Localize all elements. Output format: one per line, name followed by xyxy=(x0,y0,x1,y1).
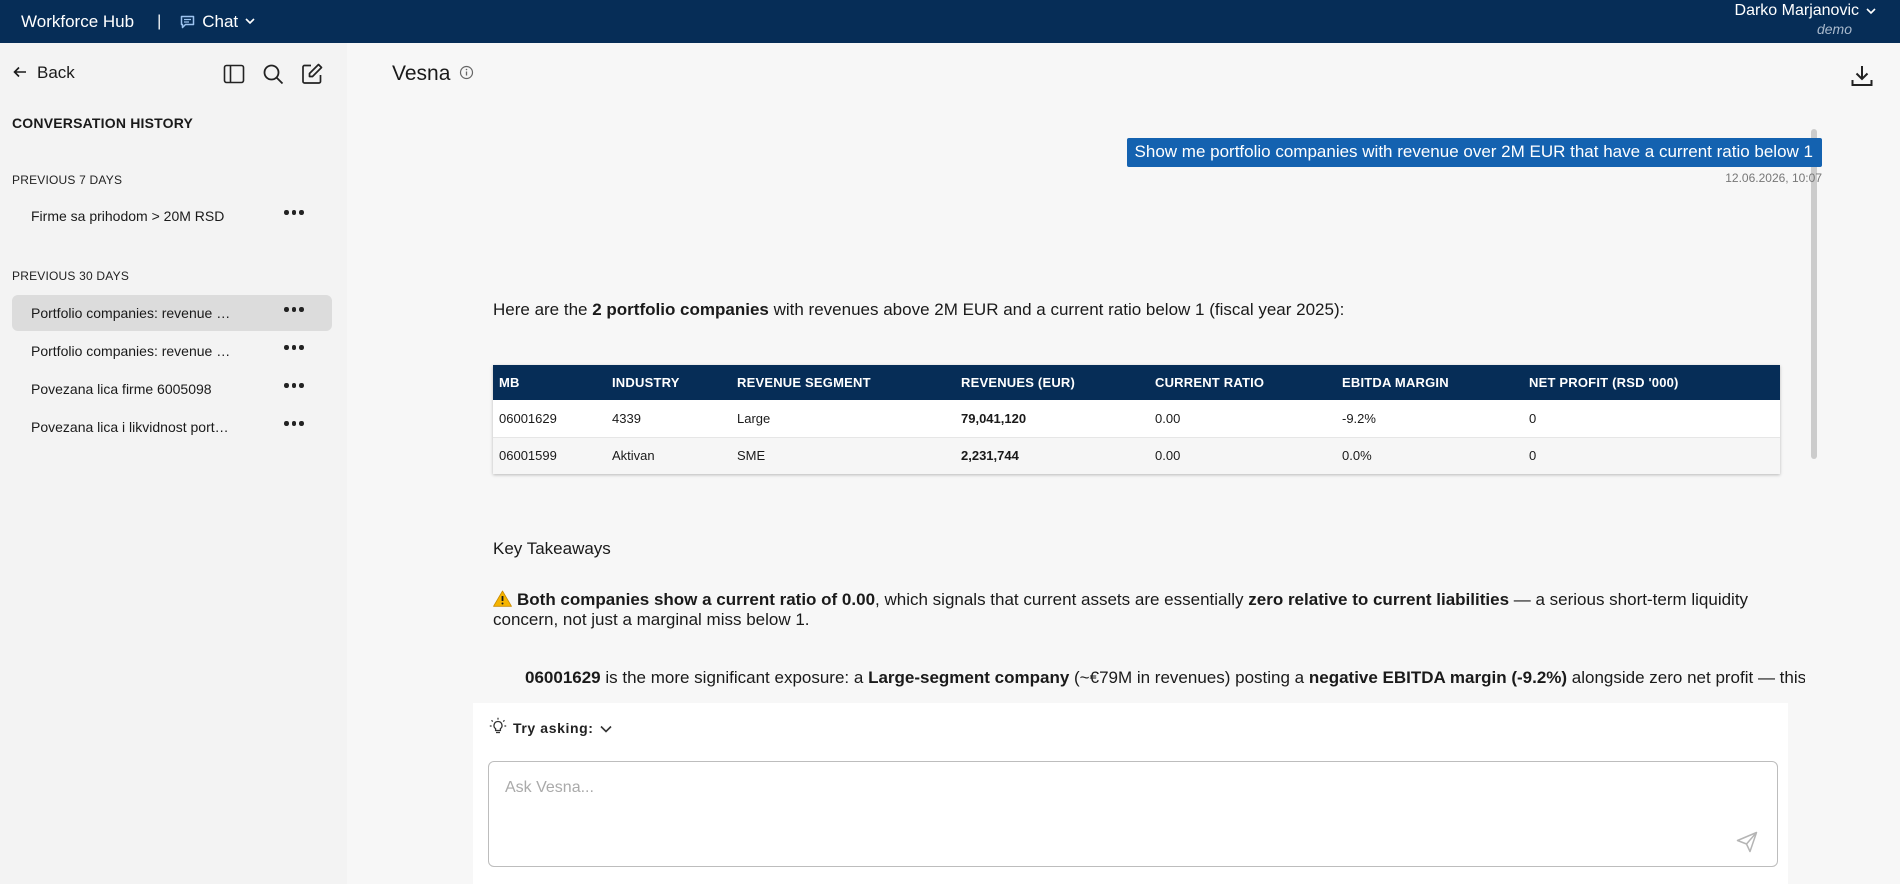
chat-icon xyxy=(180,15,195,29)
conversation-item[interactable]: Povezana lica i likvidnost port… xyxy=(12,409,332,445)
table-cell: 0 xyxy=(1523,437,1780,474)
conversation-item[interactable]: Povezana lica firme 6005098 xyxy=(12,371,332,407)
more-options-icon[interactable] xyxy=(284,210,304,215)
conversation-label: Portfolio companies: revenue … xyxy=(31,343,231,359)
more-options-icon[interactable] xyxy=(284,421,304,426)
try-asking-label: Try asking: xyxy=(513,719,594,736)
more-options-icon[interactable] xyxy=(284,345,304,350)
chevron-down-icon xyxy=(245,18,255,25)
conversation-item[interactable]: Portfolio companies: revenue … xyxy=(12,333,332,369)
toggle-sidebar-icon[interactable] xyxy=(222,62,246,86)
table-cell: 06001629 xyxy=(493,400,606,438)
takeaways-heading: Key Takeaways xyxy=(493,539,611,558)
takeaways-text: alongside zero net profit — this xyxy=(1567,668,1805,687)
column-header: CURRENT RATIO xyxy=(1149,365,1336,400)
answer-intro: Here are the 2 portfolio companies with … xyxy=(493,300,1344,320)
info-icon[interactable] xyxy=(459,62,474,86)
message-timestamp: 12.06.2026, 10:07 xyxy=(1725,171,1822,185)
table-row: 06001599 Aktivan SME 2,231,744 0.00 0.0%… xyxy=(493,437,1780,474)
warning-icon xyxy=(493,590,512,607)
takeaways-bold: Large-segment company xyxy=(868,668,1070,687)
new-chat-icon[interactable] xyxy=(300,62,324,86)
answer-text: Here are the xyxy=(493,300,593,319)
column-header: NET PROFIT (RSD '000) xyxy=(1523,365,1780,400)
results-table: MB INDUSTRY REVENUE SEGMENT REVENUES (EU… xyxy=(493,365,1780,474)
answer-bold: 2 portfolio companies xyxy=(592,300,769,319)
column-header: REVENUES (EUR) xyxy=(955,365,1149,400)
takeaway-bullet: 06001629 is the more significant exposur… xyxy=(525,668,1805,694)
sidebar: Back CONVERSATION HISTORY PREVIOUS 7 DAY… xyxy=(0,43,347,884)
conversation-label: Firme sa prihodom > 20M RSD xyxy=(31,208,225,224)
table-cell: -9.2% xyxy=(1336,400,1523,438)
module-switcher[interactable]: Chat xyxy=(180,12,255,32)
history-title: CONVERSATION HISTORY xyxy=(12,115,194,131)
takeaways-text: , which signals that current assets are … xyxy=(875,590,1249,609)
column-header: INDUSTRY xyxy=(606,365,731,400)
try-asking-toggle[interactable]: Try asking: xyxy=(489,717,612,738)
table-cell: 0.0% xyxy=(1336,437,1523,474)
conversation-label: Povezana lica firme 6005098 xyxy=(31,381,212,397)
table-header-row: MB INDUSTRY REVENUE SEGMENT REVENUES (EU… xyxy=(493,365,1780,400)
search-icon[interactable] xyxy=(261,62,285,86)
table-cell: 79,041,120 xyxy=(955,400,1149,438)
chevron-down-icon xyxy=(1866,1,1876,20)
send-icon[interactable] xyxy=(1735,830,1759,854)
group-label: PREVIOUS 7 DAYS xyxy=(12,173,123,187)
header-separator: | xyxy=(157,12,162,30)
back-button[interactable]: Back xyxy=(13,63,75,83)
message-input-wrapper xyxy=(488,761,1778,867)
takeaways-paragraph: Both companies show a current ratio of 0… xyxy=(493,590,1783,630)
assistant-name: Vesna xyxy=(392,62,451,85)
takeaways-bold: zero relative to current liabilities xyxy=(1248,590,1510,609)
takeaways-text: (~€79M in revenues) posting a xyxy=(1069,668,1309,687)
table-cell: SME xyxy=(731,437,955,474)
table-cell: 0.00 xyxy=(1149,437,1336,474)
table-row: 06001629 4339 Large 79,041,120 0.00 -9.2… xyxy=(493,400,1780,438)
chevron-down-icon xyxy=(599,720,612,736)
user-name: Darko Marjanovic xyxy=(1734,2,1859,19)
user-message: Show me portfolio companies with revenue… xyxy=(1126,138,1822,167)
page-title: Vesna xyxy=(392,62,474,86)
user-role: demo xyxy=(1816,21,1852,37)
message-input[interactable] xyxy=(489,762,1777,866)
top-bar: Workforce Hub | Chat Darko Marjanovic de… xyxy=(0,0,1900,43)
table-cell: 2,231,744 xyxy=(955,437,1149,474)
group-label: PREVIOUS 30 DAYS xyxy=(12,269,130,283)
table-cell: 06001599 xyxy=(493,437,606,474)
column-header: EBITDA MARGIN xyxy=(1336,365,1523,400)
back-label: Back xyxy=(37,63,75,82)
user-menu[interactable]: Darko Marjanovic demo xyxy=(1735,1,1876,38)
column-header: REVENUE SEGMENT xyxy=(731,365,955,400)
takeaways-bold: Both companies show a current ratio of 0… xyxy=(517,590,876,609)
arrow-left-icon xyxy=(13,63,27,83)
answer-text: with revenues above 2M EUR and a current… xyxy=(768,300,1345,319)
table-cell: Large xyxy=(731,400,955,438)
conversation-item[interactable]: Firme sa prihodom > 20M RSD xyxy=(12,198,332,234)
column-header: MB xyxy=(493,365,606,400)
brand-title[interactable]: Workforce Hub xyxy=(21,12,134,32)
table-cell: 0.00 xyxy=(1149,400,1336,438)
table-cell: Aktivan xyxy=(606,437,731,474)
takeaways-bold: negative EBITDA margin (-9.2%) xyxy=(1308,668,1568,687)
more-options-icon[interactable] xyxy=(284,383,304,388)
more-options-icon[interactable] xyxy=(284,307,304,312)
module-label: Chat xyxy=(202,11,239,31)
takeaways-text: is the more significant exposure: a xyxy=(600,668,869,687)
conversation-label: Povezana lica i likvidnost port… xyxy=(31,419,229,435)
takeaways-bold: 06001629 xyxy=(525,668,601,687)
table-cell: 4339 xyxy=(606,400,731,438)
chat-panel: Vesna Show me portfolio companies with r… xyxy=(347,43,1900,884)
composer: Try asking: xyxy=(473,703,1788,884)
table-cell: 0 xyxy=(1523,400,1780,438)
lightbulb-icon xyxy=(489,717,507,738)
conversation-label: Portfolio companies: revenue … xyxy=(31,305,231,321)
download-icon[interactable] xyxy=(1849,63,1875,89)
conversation-item-active[interactable]: Portfolio companies: revenue … xyxy=(12,295,332,331)
